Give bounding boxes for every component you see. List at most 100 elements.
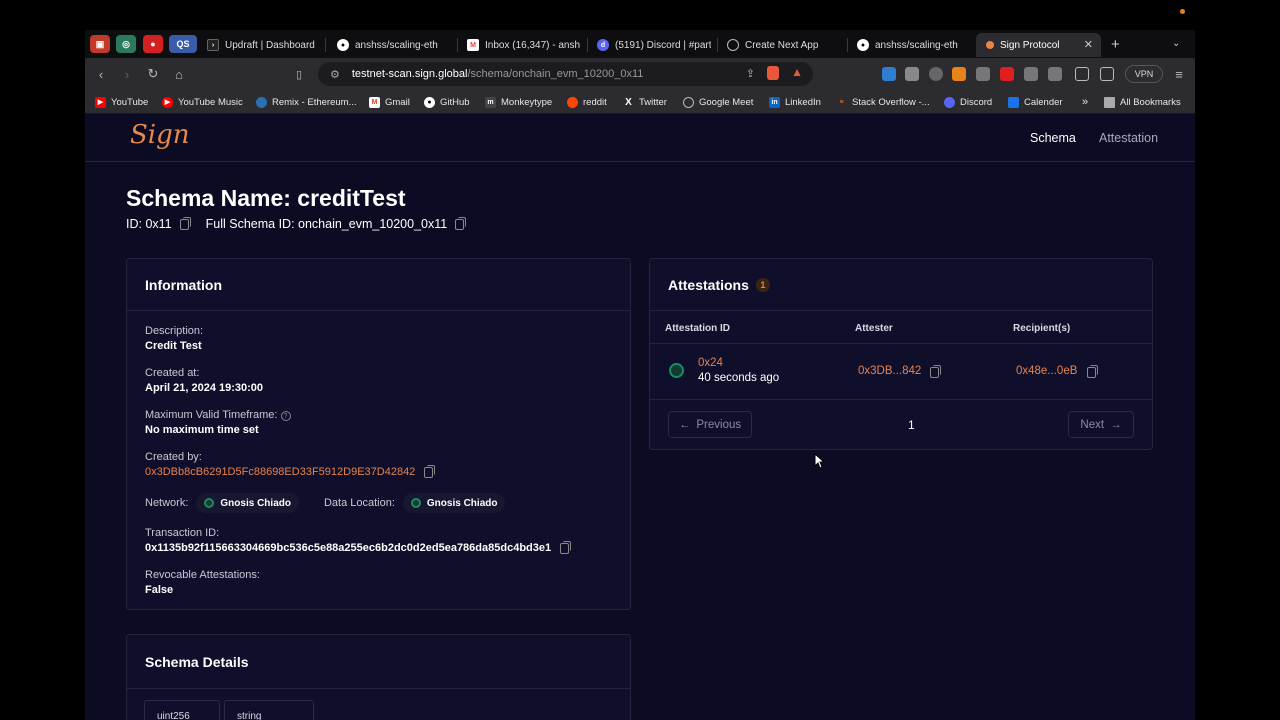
sign-logo[interactable]: Sign (130, 120, 190, 150)
copy-icon[interactable] (179, 216, 191, 230)
pinned-tab-qs[interactable]: QS (169, 35, 197, 53)
bookmark-icon[interactable]: ▯ (291, 66, 307, 82)
nav-schema[interactable]: Schema (1030, 131, 1076, 145)
tab-updraft[interactable]: › Updraft | Dashboard (203, 33, 319, 57)
sign-icon (986, 41, 994, 49)
recipient-link[interactable]: 0x48e...0eB (1016, 365, 1077, 377)
vpn-button[interactable]: VPN (1125, 65, 1163, 83)
copy-icon[interactable] (1087, 365, 1098, 378)
tab-github-2[interactable]: ● anshss/scaling-eth (853, 33, 971, 57)
bookmark-reddit[interactable]: reddit (567, 95, 607, 109)
copy-icon[interactable] (455, 216, 467, 230)
information-heading: Information (127, 259, 630, 311)
bookmark-discord[interactable]: Discord (944, 95, 992, 109)
creator-address-link[interactable]: 0x3DBb8cB6291D5Fc88698ED33F5912D9E37D428… (145, 466, 415, 478)
transaction-id: 0x1135b92f115663304669bc536c5e88a255ec6b… (145, 542, 552, 554)
copy-icon[interactable] (560, 540, 572, 554)
overflow-chevron-icon: » (1082, 96, 1089, 108)
bookmark-gmail[interactable]: M Gmail (369, 95, 410, 109)
brave-shields-icon[interactable] (767, 66, 779, 80)
field-value: Credit Test (145, 340, 202, 352)
bookmark-calender[interactable]: Calender (1008, 95, 1063, 109)
attester-link[interactable]: 0x3DB...842 (858, 365, 921, 377)
tab-sign-protocol[interactable]: Sign Protocol ✕ (976, 33, 1101, 57)
bookmark-twitter[interactable]: X Twitter (623, 95, 667, 109)
tab-list-chevron-icon[interactable]: ⌄ (1172, 38, 1180, 49)
tab-separator (587, 38, 588, 52)
sidebar-icon[interactable] (1075, 67, 1089, 81)
bookmark-remix[interactable]: Remix - Ethereum... (256, 95, 356, 109)
tab-label: Inbox (16,347) - ansh (485, 39, 581, 51)
extension-icon-3[interactable] (929, 67, 943, 81)
bookmark-youtube[interactable]: ▶ YouTube (95, 95, 148, 109)
timeframe-field: Maximum Valid Timeframe: ? No maximum ti… (145, 409, 291, 436)
count-badge: 1 (755, 277, 770, 292)
column-header-attester: Attester (855, 323, 893, 334)
home-icon[interactable]: ⌂ (171, 66, 187, 82)
tab-github-1[interactable]: ● anshss/scaling-eth (333, 33, 451, 57)
reload-icon[interactable]: ↻ (145, 66, 161, 82)
help-icon[interactable]: ? (280, 411, 291, 421)
bookmark-linkedin[interactable]: in LinkedIn (769, 95, 821, 109)
tab-gmail[interactable]: M Inbox (16,347) - ansh (463, 33, 581, 57)
github-icon: ● (337, 39, 349, 51)
tab-separator (847, 38, 848, 52)
pinned-tab-3[interactable]: ● (143, 35, 163, 53)
copy-icon[interactable] (930, 365, 941, 378)
tab-separator (457, 38, 458, 52)
pinned-tab-2[interactable]: ◎ (116, 35, 136, 53)
tab-discord[interactable]: d (5191) Discord | #parti (593, 33, 711, 57)
bookmark-label: GitHub (440, 96, 470, 108)
bookmark-stack-overflow[interactable]: ≡ Stack Overflow -... (836, 95, 929, 109)
status-dot (1180, 9, 1185, 14)
bookmark-label: All Bookmarks (1120, 96, 1181, 108)
bookmark-google-meet[interactable]: Google Meet (683, 95, 753, 109)
all-bookmarks-button[interactable]: All Bookmarks (1104, 95, 1181, 109)
bookmarks-overflow-button[interactable]: » (1082, 95, 1088, 109)
previous-button[interactable]: ← Previous (668, 411, 752, 438)
bookmark-github[interactable]: ● GitHub (424, 95, 470, 109)
attestation-time: 40 seconds ago (698, 372, 780, 384)
bookmark-label: Monkeytype (501, 96, 553, 108)
wallet-icon[interactable] (1100, 67, 1114, 81)
puzzle-icon[interactable] (1024, 67, 1038, 81)
bookmark-monkeytype[interactable]: m Monkeytype (485, 95, 552, 109)
next-button[interactable]: Next → (1068, 411, 1134, 438)
bookmark-label: YouTube Music (178, 96, 243, 108)
attestations-heading: Attestations (668, 276, 749, 293)
field-label: Data Location: (323, 497, 395, 509)
brave-rewards-icon[interactable]: ▲ (791, 65, 803, 79)
extension-icon-6[interactable] (1000, 67, 1014, 81)
bookmark-label: Twitter (639, 96, 667, 108)
copy-icon[interactable] (424, 464, 436, 478)
close-tab-icon[interactable]: ✕ (1084, 38, 1093, 51)
button-label: Previous (696, 418, 742, 431)
field-label: Created by: (145, 451, 202, 463)
address-bar[interactable]: ⚙ testnet-scan.sign.global/schema/onchai… (318, 62, 813, 86)
media-icon[interactable] (1048, 67, 1062, 81)
back-icon[interactable]: ‹ (93, 66, 109, 82)
extension-icon-1[interactable] (882, 67, 896, 81)
browser-window: ▣ ◎ ● QS › Updraft | Dashboard ● anshss/… (85, 30, 1195, 720)
new-tab-icon[interactable]: + (1111, 36, 1120, 53)
forward-icon[interactable]: › (119, 66, 135, 82)
tab-create-next-app[interactable]: Create Next App (723, 33, 841, 57)
gmail-icon: M (369, 96, 380, 108)
extension-icon-2[interactable] (905, 67, 919, 81)
field-value-row: 0x1135b92f115663304669bc536c5e88a255ec6b… (145, 540, 572, 554)
pinned-tab-1[interactable]: ▣ (90, 35, 110, 53)
tab-label: Sign Protocol (1000, 39, 1060, 51)
menu-icon[interactable]: ≡ (1171, 66, 1187, 82)
attestation-id-link[interactable]: 0x24 (698, 357, 723, 369)
attestations-card: Attestations 1 Attestation ID Attester R… (649, 258, 1153, 450)
bookmark-label: Discord (960, 96, 993, 108)
nav-attestation[interactable]: Attestation (1099, 131, 1158, 145)
extension-icon-5[interactable] (976, 67, 990, 81)
share-icon[interactable]: ⇪ (746, 67, 755, 80)
arrow-left-icon: ← (678, 418, 691, 431)
bookmark-youtube-music[interactable]: ▶ YouTube Music (162, 95, 243, 109)
data-location-chip: Gnosis Chiado (402, 493, 506, 513)
mouse-cursor-icon (814, 453, 826, 469)
github-icon: ● (857, 39, 869, 51)
metamask-icon[interactable] (952, 67, 966, 81)
